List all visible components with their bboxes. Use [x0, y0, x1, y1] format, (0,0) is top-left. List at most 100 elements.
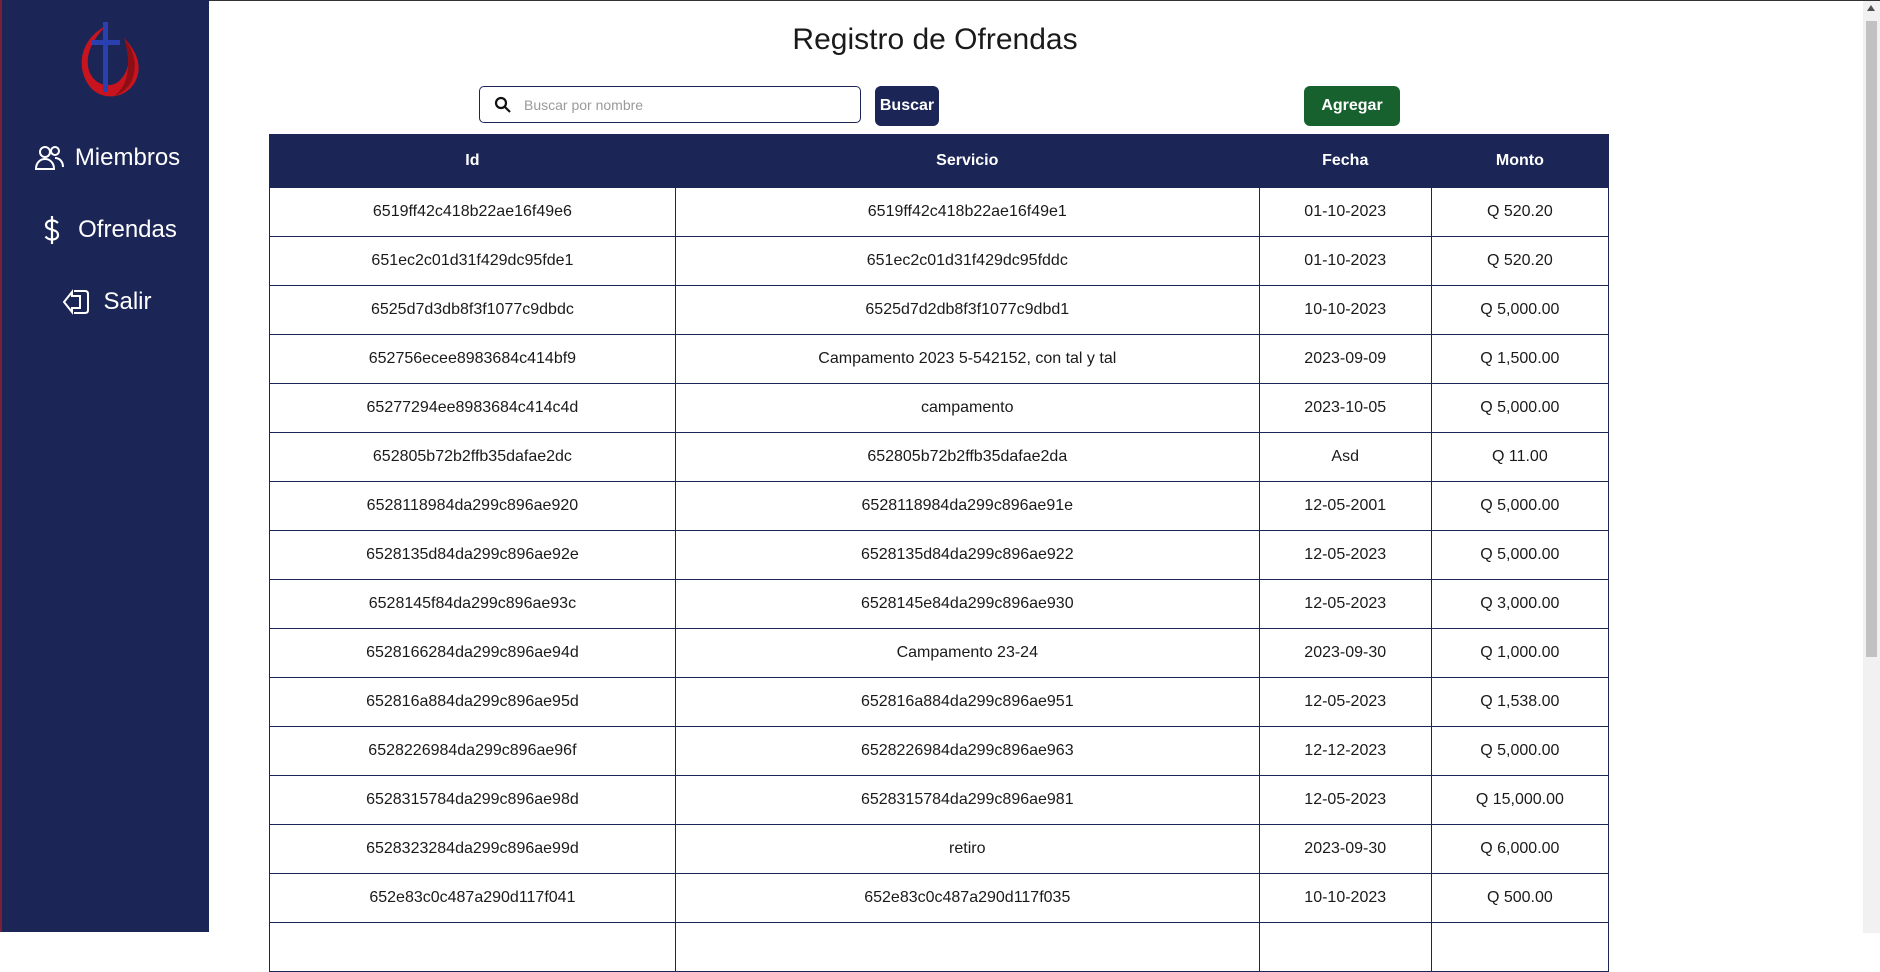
cell-monto: Q 520.20: [1430, 187, 1610, 237]
church-logo: [81, 22, 139, 97]
table-row[interactable]: 652805b72b2ffb35dafae2dc 652805b72b2ffb35…: [269, 432, 1610, 482]
cell-fecha: Asd: [1258, 432, 1432, 482]
cell-monto: Q 1,538.00: [1430, 677, 1610, 727]
cell-servicio: 6525d7d2db8f3f1077c9dbd1: [674, 285, 1260, 335]
cell-servicio: 6519ff42c418b22ae16f49e1: [674, 187, 1260, 237]
cell-servicio: Campamento 2023 5-542152, con tal y tal: [674, 334, 1260, 384]
cell-servicio: 6528315784da299c896ae981: [674, 775, 1260, 825]
search-icon: [494, 96, 511, 113]
table-row[interactable]: [269, 922, 1610, 972]
cell-servicio: 652816a884da299c896ae951: [674, 677, 1260, 727]
sidebar-item-ofrendas[interactable]: Ofrendas: [2, 210, 211, 250]
cell-servicio: 6528145e84da299c896ae930: [674, 579, 1260, 629]
users-icon: [34, 146, 64, 170]
cell-id: 6528226984da299c896ae96f: [269, 726, 676, 776]
cell-monto: Q 3,000.00: [1430, 579, 1610, 629]
cell-servicio: Campamento 23-24: [674, 628, 1260, 678]
cell-monto: Q 5,000.00: [1430, 530, 1610, 580]
sidebar: Miembros Ofrendas Salir: [0, 0, 209, 932]
table-row[interactable]: 651ec2c01d31f429dc95fde1 651ec2c01d31f429…: [269, 236, 1610, 286]
cell-servicio: 652805b72b2ffb35dafae2da: [674, 432, 1260, 482]
cell-id: 652e83c0c487a290d117f041: [269, 873, 676, 923]
page-title: Registro de Ofrendas: [792, 23, 1078, 56]
cell-monto: Q 5,000.00: [1430, 383, 1610, 433]
vertical-scrollbar[interactable]: [1863, 1, 1880, 933]
cell-monto: Q 6,000.00: [1430, 824, 1610, 874]
table-row[interactable]: 6528145f84da299c896ae93c 6528145e84da299c…: [269, 579, 1610, 629]
table-row[interactable]: 652e83c0c487a290d117f041 652e83c0c487a290…: [269, 873, 1610, 923]
scrollbar-thumb[interactable]: [1866, 21, 1877, 657]
scroll-up-icon[interactable]: [1867, 5, 1875, 11]
cell-servicio: 651ec2c01d31f429dc95fddc: [674, 236, 1260, 286]
cell-monto: Q 5,000.00: [1430, 285, 1610, 335]
add-button[interactable]: Agregar: [1304, 86, 1400, 126]
cell-monto: Q 500.00: [1430, 873, 1610, 923]
cell-servicio: 652e83c0c487a290d117f035: [674, 873, 1260, 923]
cell-servicio: [674, 922, 1260, 972]
cell-fecha: 01-10-2023: [1258, 187, 1432, 237]
cell-servicio: 6528135d84da299c896ae922: [674, 530, 1260, 580]
cell-fecha: [1258, 922, 1432, 972]
table-row[interactable]: 6528166284da299c896ae94d Campamento 23-24…: [269, 628, 1610, 678]
search-box[interactable]: [479, 86, 861, 123]
cell-id: [269, 922, 676, 972]
cell-monto: Q 5,000.00: [1430, 481, 1610, 531]
sidebar-item-label: Ofrendas: [78, 216, 177, 243]
search-button[interactable]: Buscar: [875, 86, 939, 126]
cell-id: 65277294ee8983684c414c4d: [269, 383, 676, 433]
header-id[interactable]: Id: [269, 134, 676, 188]
cell-servicio: campamento: [674, 383, 1260, 433]
cell-servicio: 6528118984da299c896ae91e: [674, 481, 1260, 531]
offerings-table-container: Id Servicio Fecha Monto 6519ff42c418b22a…: [269, 134, 1610, 972]
cell-monto: Q 520.20: [1430, 236, 1610, 286]
header-monto[interactable]: Monto: [1430, 134, 1610, 188]
table-body: 6519ff42c418b22ae16f49e6 6519ff42c418b22a…: [269, 187, 1610, 972]
cell-monto: Q 1,000.00: [1430, 628, 1610, 678]
cell-fecha: 12-05-2023: [1258, 677, 1432, 727]
cell-fecha: 10-10-2023: [1258, 285, 1432, 335]
cell-fecha: 12-05-2023: [1258, 579, 1432, 629]
cell-fecha: 12-05-2023: [1258, 530, 1432, 580]
sidebar-item-salir[interactable]: Salir: [2, 282, 211, 322]
header-fecha[interactable]: Fecha: [1258, 134, 1432, 188]
cell-id: 6528315784da299c896ae98d: [269, 775, 676, 825]
search-input[interactable]: [522, 95, 846, 114]
cell-monto: Q 1,500.00: [1430, 334, 1610, 384]
cell-servicio: retiro: [674, 824, 1260, 874]
cell-id: 652805b72b2ffb35dafae2dc: [269, 432, 676, 482]
cell-fecha: 2023-09-30: [1258, 824, 1432, 874]
cell-monto: [1430, 922, 1610, 972]
cell-fecha: 12-12-2023: [1258, 726, 1432, 776]
cell-fecha: 01-10-2023: [1258, 236, 1432, 286]
table-row[interactable]: 6519ff42c418b22ae16f49e6 6519ff42c418b22a…: [269, 187, 1610, 237]
cell-fecha: 12-05-2001: [1258, 481, 1432, 531]
cell-monto: Q 11.00: [1430, 432, 1610, 482]
cell-fecha: 2023-09-30: [1258, 628, 1432, 678]
cell-monto: Q 15,000.00: [1430, 775, 1610, 825]
cell-fecha: 2023-10-05: [1258, 383, 1432, 433]
table-row[interactable]: 6528118984da299c896ae920 6528118984da299c…: [269, 481, 1610, 531]
offerings-table: Id Servicio Fecha Monto 6519ff42c418b22a…: [269, 134, 1610, 972]
cell-id: 6528118984da299c896ae920: [269, 481, 676, 531]
cell-fecha: 12-05-2023: [1258, 775, 1432, 825]
logout-icon: [63, 289, 90, 315]
sidebar-item-label: Salir: [103, 288, 152, 315]
table-row[interactable]: 6528135d84da299c896ae92e 6528135d84da299c…: [269, 530, 1610, 580]
cell-id: 6519ff42c418b22ae16f49e6: [269, 187, 676, 237]
table-row[interactable]: 652756ecee8983684c414bf9 Campamento 2023 …: [269, 334, 1610, 384]
sidebar-item-miembros[interactable]: Miembros: [2, 138, 211, 178]
table-row[interactable]: 65277294ee8983684c414c4d campamento 2023-1…: [269, 383, 1610, 433]
cell-id: 652816a884da299c896ae95d: [269, 677, 676, 727]
table-row[interactable]: 652816a884da299c896ae95d 652816a884da299c…: [269, 677, 1610, 727]
header-servicio[interactable]: Servicio: [674, 134, 1260, 188]
dollar-icon: [44, 216, 60, 244]
cell-id: 652756ecee8983684c414bf9: [269, 334, 676, 384]
cell-id: 6525d7d3db8f3f1077c9dbdc: [269, 285, 676, 335]
table-row[interactable]: 6528323284da299c896ae99d retiro 2023-09-30…: [269, 824, 1610, 874]
table-row[interactable]: 6528226984da299c896ae96f 6528226984da299c…: [269, 726, 1610, 776]
table-row[interactable]: 6528315784da299c896ae98d 6528315784da299c…: [269, 775, 1610, 825]
cell-id: 6528323284da299c896ae99d: [269, 824, 676, 874]
cell-fecha: 2023-09-09: [1258, 334, 1432, 384]
sidebar-item-label: Miembros: [74, 144, 181, 171]
table-row[interactable]: 6525d7d3db8f3f1077c9dbdc 6525d7d2db8f3f10…: [269, 285, 1610, 335]
